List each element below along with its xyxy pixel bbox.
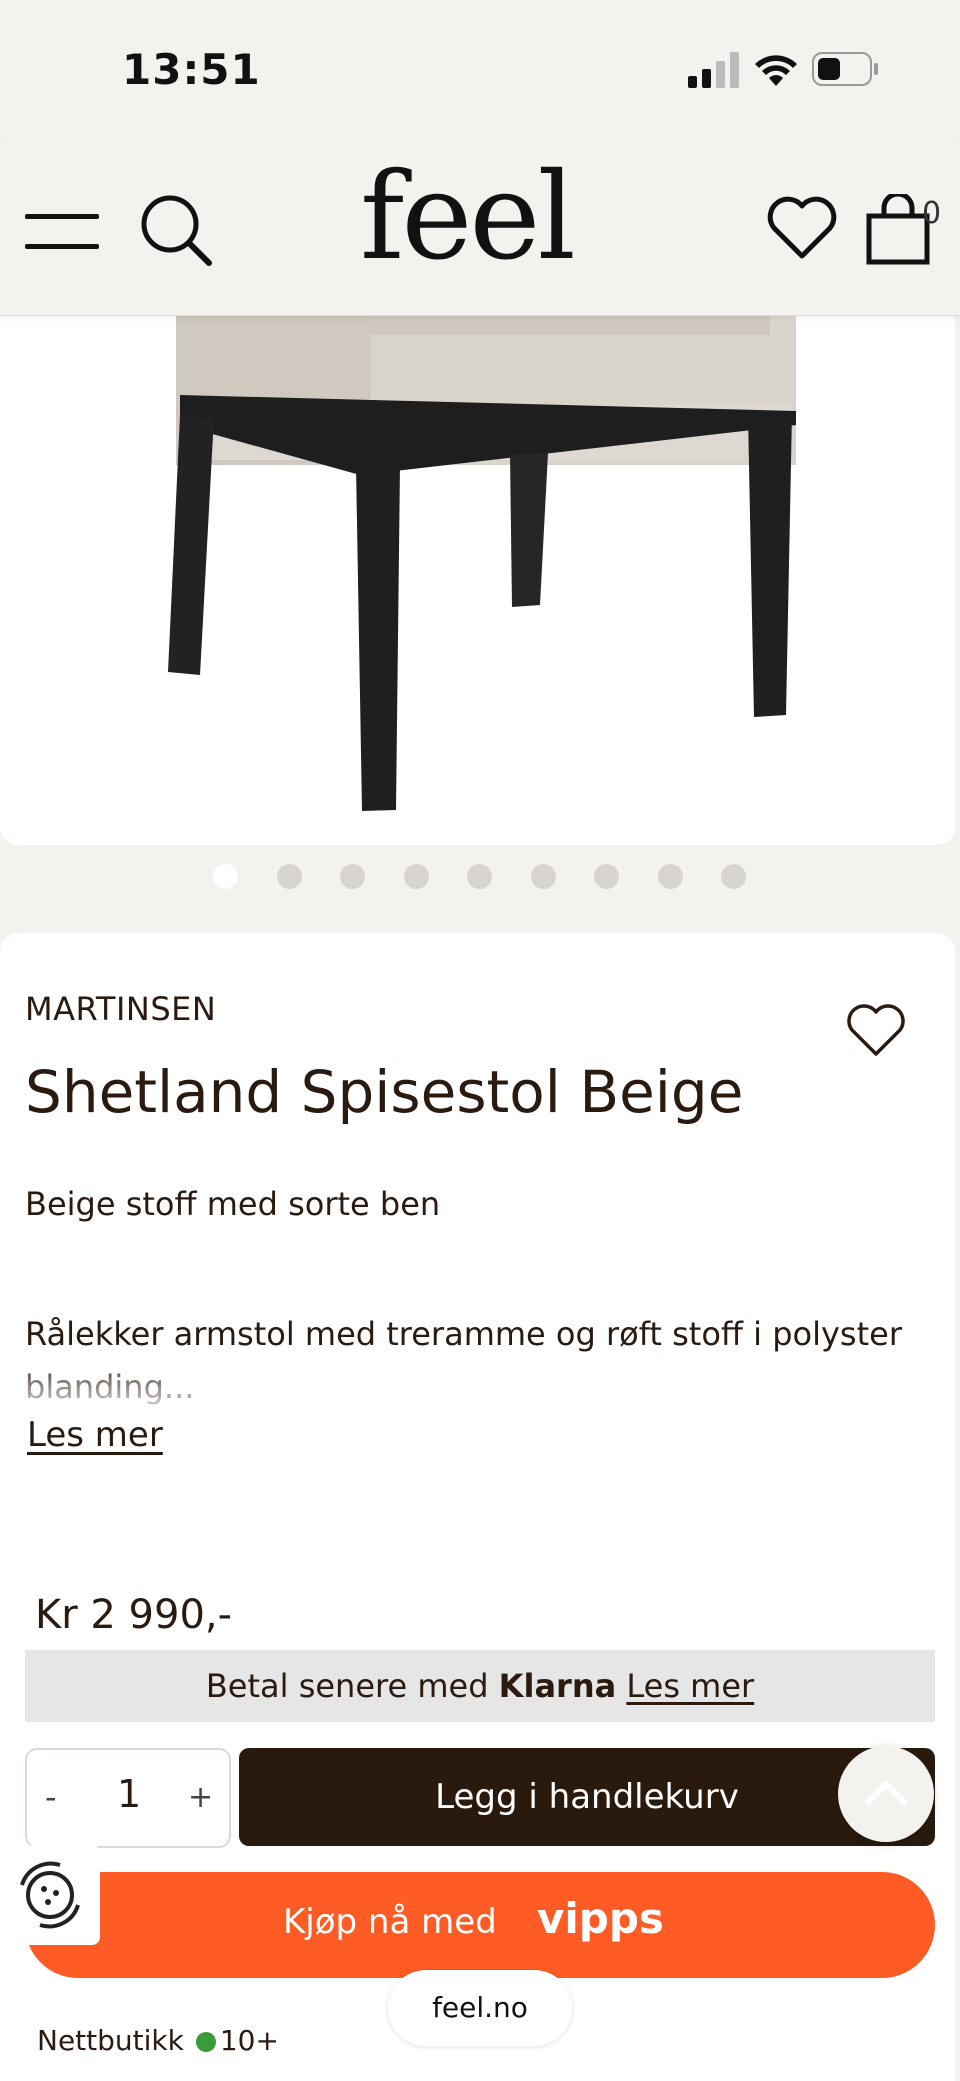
carousel-dots bbox=[0, 860, 960, 894]
scroll-to-top-button[interactable] bbox=[838, 1746, 934, 1842]
quantity-value[interactable]: 1 bbox=[117, 1772, 141, 1816]
carousel-dot[interactable] bbox=[276, 864, 302, 889]
klarna-brand: Klarna bbox=[498, 1667, 617, 1705]
vipps-checkout-button[interactable]: Kjøp nå med vipps bbox=[25, 1872, 935, 1978]
product-title: Shetland Spisestol Beige bbox=[25, 1058, 744, 1126]
carousel-dot[interactable] bbox=[721, 864, 746, 889]
browser-url-pill[interactable]: feel.no bbox=[388, 1970, 572, 2046]
read-more-link[interactable]: Les mer bbox=[27, 1415, 163, 1455]
wishlist-heart-icon[interactable] bbox=[766, 196, 838, 260]
product-brand[interactable]: MARTINSEN bbox=[25, 990, 216, 1028]
klarna-banner[interactable]: Betal senere med Klarna Les mer bbox=[25, 1650, 935, 1722]
description-fade bbox=[0, 1355, 930, 1417]
product-wishlist-heart-icon[interactable] bbox=[846, 1004, 906, 1058]
status-time: 13:51 bbox=[122, 45, 261, 94]
carousel-dot[interactable] bbox=[340, 864, 365, 889]
carousel-dot[interactable] bbox=[530, 864, 556, 889]
wifi-icon bbox=[755, 55, 797, 86]
store-stock-status: Nettbutikk 10+ bbox=[37, 2024, 279, 2057]
carousel-dot[interactable] bbox=[467, 864, 492, 889]
product-price: Kr 2 990,- bbox=[35, 1592, 233, 1638]
product-subtitle: Beige stoff med sorte ben bbox=[25, 1185, 441, 1223]
product-image[interactable] bbox=[0, 315, 955, 845]
battery-icon bbox=[812, 52, 878, 86]
add-to-cart-button[interactable]: Legg i handlekurv bbox=[239, 1748, 935, 1846]
stock-status-dot bbox=[195, 2032, 216, 2052]
vipps-label: Kjøp nå med bbox=[283, 1902, 497, 1942]
site-logo[interactable]: feel bbox=[360, 158, 576, 278]
quantity-decrease-button[interactable]: - bbox=[45, 1778, 57, 1816]
carousel-dot[interactable] bbox=[213, 864, 238, 889]
cookie-settings-button[interactable] bbox=[0, 1845, 100, 1945]
stock-count: 10+ bbox=[219, 2024, 279, 2057]
carousel-dot[interactable] bbox=[594, 864, 619, 889]
carousel-dot[interactable] bbox=[657, 864, 683, 889]
cellular-signal-icon bbox=[688, 52, 739, 88]
klarna-read-more-link[interactable]: Les mer bbox=[626, 1667, 754, 1705]
cookie-icon bbox=[20, 1861, 80, 1929]
vipps-logo: vipps bbox=[537, 1894, 664, 1943]
quantity-increase-button[interactable]: + bbox=[188, 1780, 213, 1815]
chevron-up-icon bbox=[865, 1781, 907, 1805]
cart-count: 0 bbox=[922, 196, 942, 231]
search-icon[interactable] bbox=[138, 192, 214, 268]
store-label: Nettbutikk bbox=[37, 2024, 184, 2057]
carousel-dot[interactable] bbox=[403, 864, 429, 889]
klarna-prefix: Betal senere med bbox=[205, 1667, 489, 1705]
chair-image bbox=[168, 315, 796, 811]
menu-icon[interactable] bbox=[25, 212, 101, 252]
